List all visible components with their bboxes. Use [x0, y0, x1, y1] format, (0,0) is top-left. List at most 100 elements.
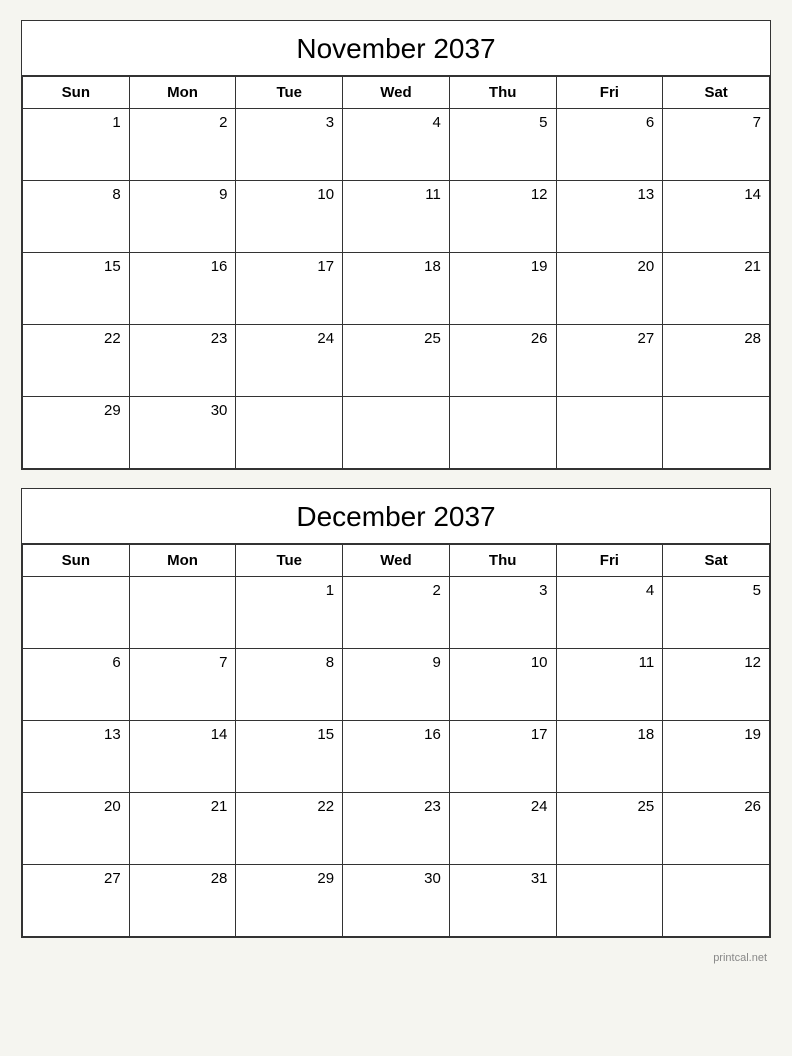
table-row: 12345 [23, 577, 770, 649]
nov-header-sun: Sun [23, 77, 130, 109]
day-cell [23, 577, 130, 649]
day-cell: 12 [663, 649, 770, 721]
day-cell: 5 [449, 109, 556, 181]
day-cell [343, 397, 450, 469]
day-cell: 25 [556, 793, 663, 865]
nov-header-tue: Tue [236, 77, 343, 109]
table-row: 13141516171819 [23, 721, 770, 793]
nov-header-thu: Thu [449, 77, 556, 109]
day-cell [556, 397, 663, 469]
day-cell: 13 [23, 721, 130, 793]
table-row: 2728293031 [23, 865, 770, 937]
day-cell: 1 [23, 109, 130, 181]
day-cell: 15 [23, 253, 130, 325]
nov-header-fri: Fri [556, 77, 663, 109]
day-cell: 2 [129, 109, 236, 181]
day-cell: 17 [236, 253, 343, 325]
day-cell: 25 [343, 325, 450, 397]
day-cell: 16 [343, 721, 450, 793]
november-header-row: Sun Mon Tue Wed Thu Fri Sat [23, 77, 770, 109]
day-cell: 3 [236, 109, 343, 181]
day-cell: 31 [449, 865, 556, 937]
day-cell: 10 [449, 649, 556, 721]
december-calendar: December 2037 Sun Mon Tue Wed Thu Fri Sa… [21, 488, 771, 938]
day-cell: 17 [449, 721, 556, 793]
day-cell: 20 [556, 253, 663, 325]
day-cell: 29 [23, 397, 130, 469]
day-cell: 2 [343, 577, 450, 649]
day-cell [236, 397, 343, 469]
day-cell: 23 [129, 325, 236, 397]
day-cell: 27 [556, 325, 663, 397]
november-calendar: November 2037 Sun Mon Tue Wed Thu Fri Sa… [21, 20, 771, 470]
table-row: 6789101112 [23, 649, 770, 721]
dec-header-sat: Sat [663, 545, 770, 577]
dec-header-mon: Mon [129, 545, 236, 577]
day-cell: 21 [129, 793, 236, 865]
day-cell: 14 [129, 721, 236, 793]
day-cell: 1 [236, 577, 343, 649]
watermark: printcal.net [21, 952, 771, 964]
dec-header-wed: Wed [343, 545, 450, 577]
day-cell: 30 [343, 865, 450, 937]
november-table: Sun Mon Tue Wed Thu Fri Sat 123456789101… [22, 76, 770, 469]
nov-header-sat: Sat [663, 77, 770, 109]
day-cell: 28 [129, 865, 236, 937]
december-header-row: Sun Mon Tue Wed Thu Fri Sat [23, 545, 770, 577]
day-cell: 7 [663, 109, 770, 181]
day-cell: 5 [663, 577, 770, 649]
day-cell: 7 [129, 649, 236, 721]
table-row: 22232425262728 [23, 325, 770, 397]
dec-header-fri: Fri [556, 545, 663, 577]
day-cell: 8 [23, 181, 130, 253]
table-row: 1234567 [23, 109, 770, 181]
day-cell: 27 [23, 865, 130, 937]
day-cell: 23 [343, 793, 450, 865]
day-cell: 19 [449, 253, 556, 325]
day-cell: 6 [556, 109, 663, 181]
table-row: 20212223242526 [23, 793, 770, 865]
day-cell: 24 [449, 793, 556, 865]
december-body: 1234567891011121314151617181920212223242… [23, 577, 770, 937]
day-cell: 10 [236, 181, 343, 253]
day-cell: 16 [129, 253, 236, 325]
table-row: 891011121314 [23, 181, 770, 253]
day-cell: 15 [236, 721, 343, 793]
day-cell: 18 [343, 253, 450, 325]
day-cell: 28 [663, 325, 770, 397]
day-cell: 13 [556, 181, 663, 253]
day-cell: 12 [449, 181, 556, 253]
day-cell [663, 397, 770, 469]
day-cell [129, 577, 236, 649]
day-cell: 26 [449, 325, 556, 397]
day-cell: 9 [129, 181, 236, 253]
table-row: 15161718192021 [23, 253, 770, 325]
day-cell: 3 [449, 577, 556, 649]
day-cell: 4 [556, 577, 663, 649]
dec-header-thu: Thu [449, 545, 556, 577]
day-cell: 14 [663, 181, 770, 253]
day-cell: 22 [23, 325, 130, 397]
day-cell: 29 [236, 865, 343, 937]
day-cell: 21 [663, 253, 770, 325]
day-cell: 24 [236, 325, 343, 397]
day-cell: 11 [343, 181, 450, 253]
day-cell: 19 [663, 721, 770, 793]
december-title: December 2037 [22, 489, 770, 544]
table-row: 2930 [23, 397, 770, 469]
day-cell: 30 [129, 397, 236, 469]
november-body: 1234567891011121314151617181920212223242… [23, 109, 770, 469]
day-cell [556, 865, 663, 937]
november-title: November 2037 [22, 21, 770, 76]
day-cell: 11 [556, 649, 663, 721]
day-cell: 8 [236, 649, 343, 721]
day-cell [449, 397, 556, 469]
nov-header-wed: Wed [343, 77, 450, 109]
day-cell: 22 [236, 793, 343, 865]
day-cell: 26 [663, 793, 770, 865]
dec-header-tue: Tue [236, 545, 343, 577]
day-cell: 4 [343, 109, 450, 181]
day-cell: 6 [23, 649, 130, 721]
day-cell: 20 [23, 793, 130, 865]
day-cell: 9 [343, 649, 450, 721]
